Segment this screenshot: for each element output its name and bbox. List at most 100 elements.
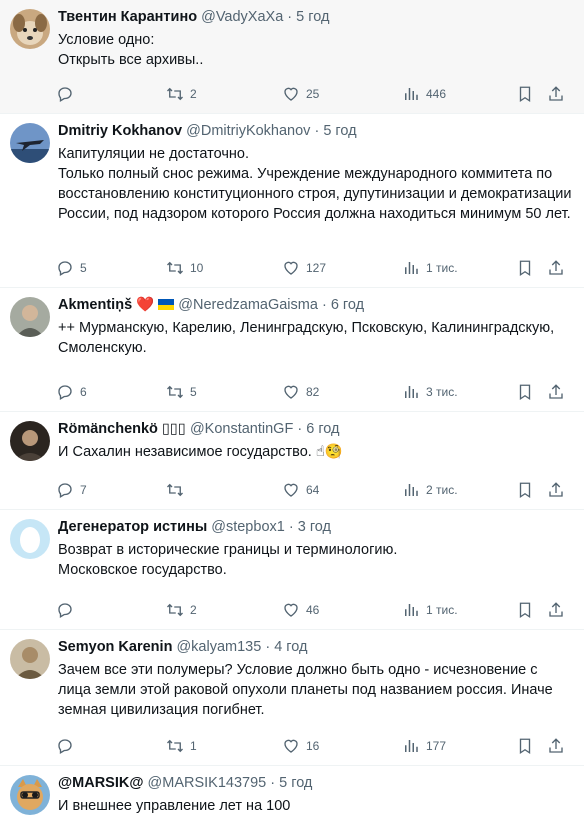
user-handle[interactable]: @MARSIK143795 xyxy=(148,775,267,791)
bookmark-button[interactable] xyxy=(516,382,534,402)
tweet[interactable]: Akmentiņš ❤️ @NeredzamaGaisma · 6 год ++… xyxy=(0,288,584,412)
bookmark-button[interactable] xyxy=(516,84,534,104)
retweet-button[interactable]: 2 xyxy=(166,84,197,104)
share-icon xyxy=(549,384,563,399)
retweet-button[interactable]: 1 xyxy=(166,736,197,756)
views-button[interactable]: 177 xyxy=(402,736,446,756)
heart-icon xyxy=(284,87,298,101)
reply-count: 5 xyxy=(80,261,87,275)
tweet-header: Дегенератор истины @stepbox1 · 3 год xyxy=(58,518,572,536)
avatar[interactable] xyxy=(10,297,50,337)
like-count: 64 xyxy=(306,483,320,497)
display-name[interactable]: Твентин Карантино xyxy=(58,9,197,25)
avatar[interactable] xyxy=(10,775,50,815)
timestamp[interactable]: 3 год xyxy=(298,519,331,535)
tweet[interactable]: Дегенератор истины @stepbox1 · 3 год Воз… xyxy=(0,510,584,630)
reply-button[interactable] xyxy=(56,600,80,620)
tweet[interactable]: Твентин Карантино @VadyXaXa · 5 год Усло… xyxy=(0,0,584,114)
separator: · xyxy=(314,123,320,139)
share-button[interactable] xyxy=(547,258,565,278)
tweet[interactable]: Dmitriy Kokhanov @DmitriyKokhanov · 5 го… xyxy=(0,114,584,288)
bookmark-icon xyxy=(519,86,531,103)
retweet-count: 5 xyxy=(190,385,197,399)
tweet[interactable]: @MARSIK@ @MARSIK143795 · 5 год И внешнее… xyxy=(0,766,584,833)
retweet-icon xyxy=(167,87,183,101)
user-handle[interactable]: @DmitriyKokhanov xyxy=(186,123,310,139)
reply-button[interactable]: 7 xyxy=(56,480,87,500)
avatar[interactable] xyxy=(10,9,50,49)
display-name[interactable]: Semyon Karenin xyxy=(58,639,172,655)
display-name[interactable]: @MARSIK@ xyxy=(58,775,143,791)
user-handle[interactable]: @kalyam135 xyxy=(176,639,261,655)
views-button[interactable]: 446 xyxy=(402,84,446,104)
tweet-text: Условие одно: Открыть все архивы.. xyxy=(58,32,204,68)
display-name[interactable]: Akmentiņš xyxy=(58,297,132,313)
retweet-button[interactable] xyxy=(166,480,190,500)
like-button[interactable]: 25 xyxy=(282,84,319,104)
timestamp[interactable]: 6 год xyxy=(331,297,364,313)
like-button[interactable]: 46 xyxy=(282,600,319,620)
bookmark-button[interactable] xyxy=(516,258,534,278)
display-name[interactable]: Dmitriy Kokhanov xyxy=(58,123,182,139)
person-avatar-icon xyxy=(10,639,50,679)
share-button[interactable] xyxy=(547,736,565,756)
like-button[interactable]: 64 xyxy=(282,480,319,500)
share-button[interactable] xyxy=(547,84,565,104)
like-count: 25 xyxy=(306,87,320,101)
user-handle[interactable]: @stepbox1 xyxy=(211,519,285,535)
display-name[interactable]: Römänchenkö xyxy=(58,421,158,437)
reply-button[interactable]: 6 xyxy=(56,382,87,402)
reply-button[interactable]: 5 xyxy=(56,258,87,278)
separator: · xyxy=(287,9,293,25)
avatar[interactable] xyxy=(10,123,50,163)
tweet-text: Возврат в исторические границы и термино… xyxy=(58,542,398,578)
action-bar: 6 5 82 3 тис. xyxy=(56,382,574,402)
retweet-button[interactable]: 5 xyxy=(166,382,197,402)
timestamp[interactable]: 6 год xyxy=(306,421,339,437)
reply-button[interactable] xyxy=(56,736,80,756)
tweet-header: Dmitriy Kokhanov @DmitriyKokhanov · 5 го… xyxy=(58,122,572,140)
heart-icon xyxy=(284,261,298,275)
views-count: 2 тис. xyxy=(426,483,458,497)
like-button[interactable]: 16 xyxy=(282,736,319,756)
avatar[interactable] xyxy=(10,639,50,679)
tweet[interactable]: Römänchenkö ▯▯▯ @KonstantinGF · 6 год И … xyxy=(0,412,584,510)
reply-icon xyxy=(58,483,72,498)
bookmark-button[interactable] xyxy=(516,736,534,756)
views-button[interactable]: 1 тис. xyxy=(402,600,458,620)
user-handle[interactable]: @VadyXaXa xyxy=(201,9,283,25)
tweet[interactable]: Semyon Karenin @kalyam135 · 4 год Зачем … xyxy=(0,630,584,766)
tweet-header: Твентин Карантино @VadyXaXa · 5 год xyxy=(58,8,572,26)
like-button[interactable]: 127 xyxy=(282,258,326,278)
bookmark-button[interactable] xyxy=(516,600,534,620)
user-handle[interactable]: @KonstantinGF xyxy=(190,421,293,437)
reply-icon xyxy=(58,385,72,400)
retweet-button[interactable]: 10 xyxy=(166,258,203,278)
action-bar: 7 64 2 тис. xyxy=(56,480,574,500)
share-icon xyxy=(549,602,563,617)
timestamp[interactable]: 4 год xyxy=(274,639,307,655)
views-button[interactable]: 3 тис. xyxy=(402,382,458,402)
avatar[interactable] xyxy=(10,421,50,461)
person-avatar-icon xyxy=(10,421,50,461)
share-button[interactable] xyxy=(547,382,565,402)
timestamp[interactable]: 5 год xyxy=(279,775,312,791)
user-handle[interactable]: @NeredzamaGaisma xyxy=(178,297,318,313)
retweet-count: 10 xyxy=(190,261,204,275)
retweet-icon xyxy=(167,385,183,399)
avatar[interactable] xyxy=(10,519,50,559)
retweet-button[interactable]: 2 xyxy=(166,600,197,620)
share-button[interactable] xyxy=(547,480,565,500)
views-icon xyxy=(405,604,418,616)
share-button[interactable] xyxy=(547,600,565,620)
display-name[interactable]: Дегенератор истины xyxy=(58,519,207,535)
timestamp[interactable]: 5 год xyxy=(296,9,329,25)
reply-button[interactable] xyxy=(56,84,80,104)
views-count: 446 xyxy=(426,87,447,101)
timestamp[interactable]: 5 год xyxy=(323,123,356,139)
like-button[interactable]: 82 xyxy=(282,382,319,402)
views-button[interactable]: 1 тис. xyxy=(402,258,458,278)
bookmark-button[interactable] xyxy=(516,480,534,500)
views-button[interactable]: 2 тис. xyxy=(402,480,458,500)
tweet-text: И внешнее управление лет на 100 xyxy=(58,798,291,814)
